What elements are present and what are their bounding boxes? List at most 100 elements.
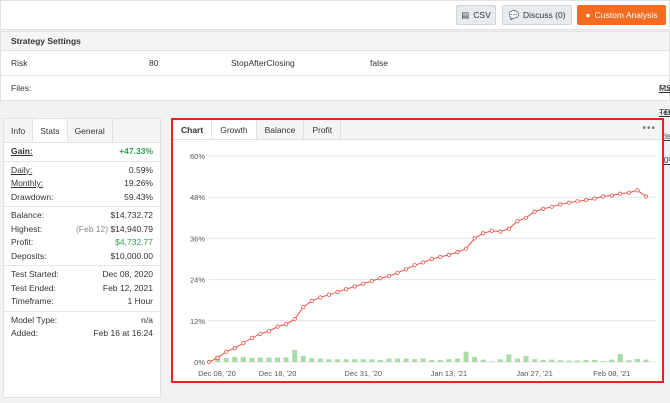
growth-point[interactable]	[309, 298, 314, 303]
growth-point[interactable]	[481, 231, 486, 236]
growth-point[interactable]	[369, 278, 374, 284]
growth-point[interactable]	[575, 199, 580, 204]
growth-point[interactable]	[241, 341, 246, 346]
highest-value: $14,940.79	[110, 223, 153, 234]
test-ended-value: Feb 12, 2021	[102, 282, 153, 293]
tab-balance[interactable]: Balance	[257, 120, 305, 139]
growth-point[interactable]	[583, 197, 589, 203]
growth-point[interactable]	[335, 289, 340, 295]
growth-point[interactable]	[635, 188, 640, 193]
tab-growth[interactable]: Growth	[212, 120, 257, 139]
csv-button-label: CSV	[473, 10, 491, 20]
growth-point[interactable]	[301, 304, 306, 310]
balance-value: $14,732.72	[110, 210, 153, 220]
growth-point[interactable]	[498, 229, 503, 234]
growth-point[interactable]	[386, 274, 392, 279]
growth-point[interactable]	[292, 316, 297, 322]
growth-point[interactable]	[403, 267, 409, 272]
tab-general[interactable]: General	[68, 119, 113, 142]
gain-value: +47.33%	[119, 146, 153, 156]
daily-value: 0.59%	[128, 164, 153, 175]
monthly-value: 19.26%	[124, 178, 153, 188]
growth-point[interactable]	[318, 295, 323, 300]
y-tick-label: 48%	[190, 193, 205, 202]
growth-point[interactable]	[618, 191, 623, 196]
growth-point[interactable]	[412, 263, 417, 268]
daily-label[interactable]: Daily:	[11, 164, 32, 178]
added-label: Added:	[11, 328, 38, 338]
growth-point[interactable]	[378, 276, 383, 281]
growth-point[interactable]	[249, 335, 254, 341]
growth-point[interactable]	[266, 329, 272, 334]
volume-bar	[223, 358, 229, 362]
volume-bar	[600, 360, 606, 362]
growth-point[interactable]	[421, 260, 426, 265]
growth-point[interactable]	[506, 226, 512, 231]
volume-bar	[480, 359, 486, 362]
strategy-settings-title: Strategy Settings	[1, 32, 669, 51]
growth-point[interactable]	[549, 204, 554, 209]
growth-point[interactable]	[284, 322, 289, 327]
tab-stats[interactable]: Stats	[33, 119, 68, 142]
growth-point[interactable]	[643, 194, 649, 199]
growth-point[interactable]	[275, 324, 280, 329]
growth-point[interactable]	[326, 292, 332, 297]
growth-point[interactable]	[592, 196, 597, 201]
growth-point[interactable]	[566, 200, 571, 205]
stats-tabs: Info Stats General	[4, 119, 160, 143]
growth-point[interactable]	[489, 228, 494, 233]
growth-point[interactable]	[343, 287, 349, 292]
growth-point[interactable]	[515, 219, 520, 224]
growth-point[interactable]	[626, 190, 631, 195]
growth-point[interactable]	[558, 202, 563, 207]
growth-point[interactable]	[609, 193, 614, 198]
volume-bar	[420, 358, 426, 362]
discuss-button[interactable]: 💬 Discuss (0)	[502, 5, 572, 25]
volume-bar	[514, 358, 520, 362]
growth-point[interactable]	[532, 209, 537, 214]
tab-info[interactable]: Info	[4, 119, 34, 142]
model-type-label: Model Type:	[11, 314, 58, 325]
gain-label[interactable]: Gain:	[11, 145, 33, 159]
volume-bar	[489, 361, 495, 362]
tab-profit[interactable]: Profit	[304, 120, 342, 139]
csv-button[interactable]: ▤ CSV	[456, 5, 496, 25]
growth-point[interactable]	[429, 256, 434, 262]
growth-point[interactable]	[455, 250, 460, 255]
growth-point[interactable]	[258, 331, 263, 336]
volume-bar	[506, 354, 512, 362]
growth-point[interactable]	[438, 254, 443, 260]
custom-analysis-button[interactable]: ● Custom Analysis	[577, 5, 666, 25]
growth-point[interactable]	[224, 349, 229, 354]
drawdown-value: 59.43%	[124, 191, 153, 202]
growth-point[interactable]	[523, 215, 529, 220]
monthly-label[interactable]: Monthly:	[11, 177, 43, 191]
volume-bar	[574, 360, 580, 362]
volume-bar	[617, 354, 623, 362]
volume-bar	[634, 358, 640, 362]
more-options-icon[interactable]: •••	[642, 123, 656, 134]
deposits-label: Deposits:	[11, 250, 47, 261]
growth-point[interactable]	[541, 206, 546, 211]
growth-point[interactable]	[472, 236, 477, 241]
volume-bar	[275, 357, 281, 362]
chat-icon: 💬	[508, 9, 520, 20]
growth-point[interactable]	[463, 246, 469, 251]
y-tick-label: 0%	[194, 358, 205, 367]
growth-point[interactable]	[601, 194, 606, 199]
growth-point[interactable]	[215, 355, 220, 360]
volume-bar	[232, 356, 238, 362]
test-started-label: Test Started:	[11, 269, 59, 279]
custom-analysis-label: Custom Analysis	[594, 10, 658, 20]
growth-point[interactable]	[446, 252, 452, 257]
growth-point[interactable]	[206, 359, 212, 365]
volume-bar	[446, 359, 452, 362]
chart-panel: Chart Growth Balance Profit ••• 0% 12% 24%…	[171, 118, 664, 383]
tab-chart[interactable]: Chart	[173, 120, 213, 139]
growth-point[interactable]	[352, 284, 357, 289]
growth-point[interactable]	[232, 346, 237, 351]
growth-point[interactable]	[395, 270, 400, 275]
test-ended-label: Test Ended:	[11, 282, 56, 293]
growth-point[interactable]	[361, 281, 366, 286]
x-tick-label: Feb 08, '21	[593, 369, 630, 378]
